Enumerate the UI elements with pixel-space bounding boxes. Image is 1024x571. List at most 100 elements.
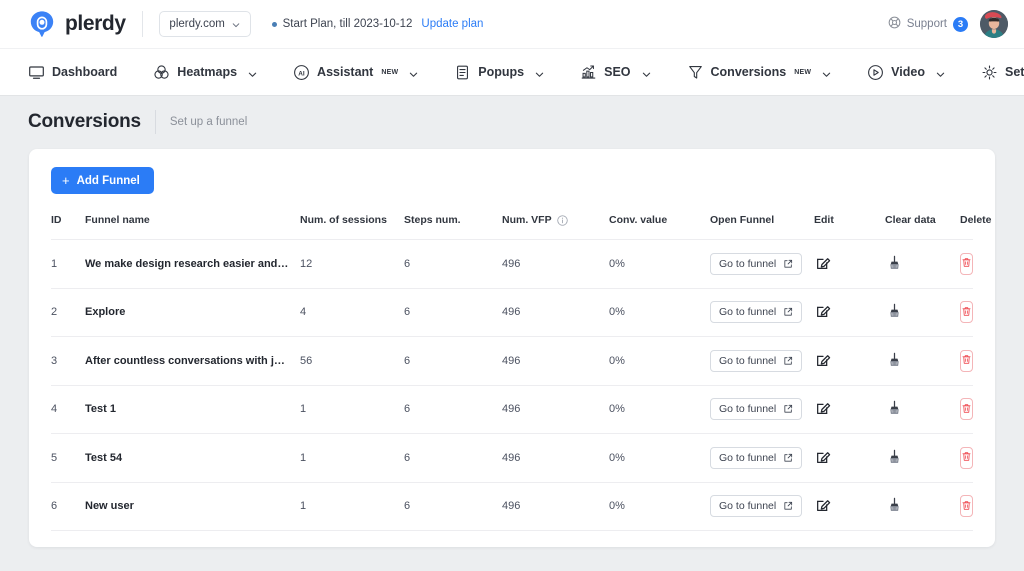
broom-icon xyxy=(887,352,902,370)
cell-id: 6 xyxy=(51,482,85,531)
nav-label: Dashboard xyxy=(52,65,117,79)
nav-item-popups[interactable]: Popups xyxy=(454,49,558,95)
cell-conv-value: 0% xyxy=(609,434,710,483)
cell-vfp: 496 xyxy=(502,240,609,289)
go-to-funnel-button[interactable]: Go to funnel xyxy=(710,495,802,517)
brand-logo[interactable]: plerdy xyxy=(28,10,126,38)
trash-icon xyxy=(961,499,972,514)
broom-icon xyxy=(887,400,902,418)
nav-label: Conversions xyxy=(711,65,787,79)
delete-button[interactable] xyxy=(960,253,973,275)
add-funnel-label: Add Funnel xyxy=(77,175,140,187)
nav-label: Heatmaps xyxy=(177,65,237,79)
clear-data-button[interactable] xyxy=(885,352,903,370)
top-bar: plerdy plerdy.com Start Plan, till 2023-… xyxy=(0,0,1024,48)
cell-funnel-name: Test 54 xyxy=(85,434,300,483)
nav-item-seo[interactable]: SEO xyxy=(580,49,664,95)
col-header-clear: Clear data xyxy=(885,214,960,240)
nav-badge-new: NEW xyxy=(381,69,398,76)
cell-funnel-name: After countless conversations with job… xyxy=(85,337,300,386)
table-row-4[interactable]: 4 Test 1 1 6 496 0% Go to funnel xyxy=(51,385,973,434)
clear-data-button[interactable] xyxy=(885,255,903,273)
table-row-5[interactable]: 5 Test 54 1 6 496 0% Go to funnel xyxy=(51,434,973,483)
edit-button[interactable] xyxy=(814,449,832,467)
delete-button[interactable] xyxy=(960,350,973,372)
table-row-3[interactable]: 3 After countless conversations with job… xyxy=(51,337,973,386)
cell-edit xyxy=(814,385,885,434)
clear-data-button[interactable] xyxy=(885,497,903,515)
cell-edit xyxy=(814,337,885,386)
nav-item-assistant[interactable]: AI Assistant NEW xyxy=(293,49,432,95)
go-to-funnel-button[interactable]: Go to funnel xyxy=(710,253,802,275)
nav-item-dashboard[interactable]: Dashboard xyxy=(28,49,131,95)
delete-button[interactable] xyxy=(960,398,973,420)
delete-button[interactable] xyxy=(960,447,973,469)
monitor-icon xyxy=(28,64,45,81)
table-header: ID Funnel name Num. of sessions Steps nu… xyxy=(51,214,973,240)
play-circle-icon xyxy=(867,64,884,81)
cell-vfp: 496 xyxy=(502,385,609,434)
edit-button[interactable] xyxy=(814,352,832,370)
go-to-funnel-button[interactable]: Go to funnel xyxy=(710,447,802,469)
edit-pencil-icon xyxy=(816,352,831,370)
update-plan-link[interactable]: Update plan xyxy=(421,18,483,30)
gear-icon xyxy=(981,64,998,81)
cell-vfp: 496 xyxy=(502,482,609,531)
support-lifebuoy-icon xyxy=(888,16,901,32)
edit-pencil-icon xyxy=(816,303,831,321)
nav-item-heatmaps[interactable]: Heatmaps xyxy=(153,49,271,95)
go-to-funnel-button[interactable]: Go to funnel xyxy=(710,301,802,323)
edit-button[interactable] xyxy=(814,400,832,418)
edit-button[interactable] xyxy=(814,303,832,321)
cell-sessions: 1 xyxy=(300,482,404,531)
delete-button[interactable] xyxy=(960,495,973,517)
nav-item-settings[interactable]: Settings xyxy=(981,49,1024,95)
table-row-2[interactable]: 2 Explore 4 6 496 0% Go to funnel xyxy=(51,288,973,337)
add-funnel-button[interactable]: + Add Funnel xyxy=(51,167,154,194)
nav-item-video[interactable]: Video xyxy=(867,49,959,95)
cell-clear-data xyxy=(885,385,960,434)
clear-data-button[interactable] xyxy=(885,400,903,418)
edit-button[interactable] xyxy=(814,255,832,273)
cell-vfp: 496 xyxy=(502,434,609,483)
cell-open-funnel: Go to funnel xyxy=(710,288,814,337)
go-to-funnel-button[interactable]: Go to funnel xyxy=(710,350,802,372)
cell-edit xyxy=(814,434,885,483)
chevron-down-icon xyxy=(232,20,240,28)
cell-steps: 6 xyxy=(404,288,502,337)
trash-icon xyxy=(961,402,972,417)
edit-button[interactable] xyxy=(814,497,832,515)
col-header-steps: Steps num. xyxy=(404,214,502,240)
cell-open-funnel: Go to funnel xyxy=(710,385,814,434)
clear-data-button[interactable] xyxy=(885,303,903,321)
go-to-funnel-button[interactable]: Go to funnel xyxy=(710,398,802,420)
table-row-1[interactable]: 1 We make design research easier and fas… xyxy=(51,240,973,289)
support-label: Support xyxy=(907,18,947,30)
trash-icon xyxy=(961,353,972,368)
avatar[interactable] xyxy=(980,10,1008,38)
nav-item-conversions[interactable]: Conversions NEW xyxy=(687,49,846,95)
chevron-down-icon xyxy=(936,68,945,77)
clear-data-button[interactable] xyxy=(885,449,903,467)
support-button[interactable]: Support 3 xyxy=(888,16,968,32)
info-icon[interactable] xyxy=(557,215,568,226)
cell-conv-value: 0% xyxy=(609,385,710,434)
delete-button[interactable] xyxy=(960,301,973,323)
edit-pencil-icon xyxy=(816,255,831,273)
cell-sessions: 1 xyxy=(300,385,404,434)
table-row-6[interactable]: 6 New user 1 6 496 0% Go to funnel xyxy=(51,482,973,531)
funnels-table: ID Funnel name Num. of sessions Steps nu… xyxy=(51,214,973,531)
cell-clear-data xyxy=(885,288,960,337)
cell-sessions: 4 xyxy=(300,288,404,337)
site-selector[interactable]: plerdy.com xyxy=(159,11,251,37)
nav-label: Popups xyxy=(478,65,524,79)
cell-vfp: 496 xyxy=(502,337,609,386)
col-header-delete: Delete xyxy=(960,214,973,240)
cell-open-funnel: Go to funnel xyxy=(710,482,814,531)
external-link-icon xyxy=(783,453,793,463)
nav-label: Settings xyxy=(1005,65,1024,79)
cell-open-funnel: Go to funnel xyxy=(710,240,814,289)
cell-id: 1 xyxy=(51,240,85,289)
cell-edit xyxy=(814,240,885,289)
cell-funnel-name: Test 1 xyxy=(85,385,300,434)
